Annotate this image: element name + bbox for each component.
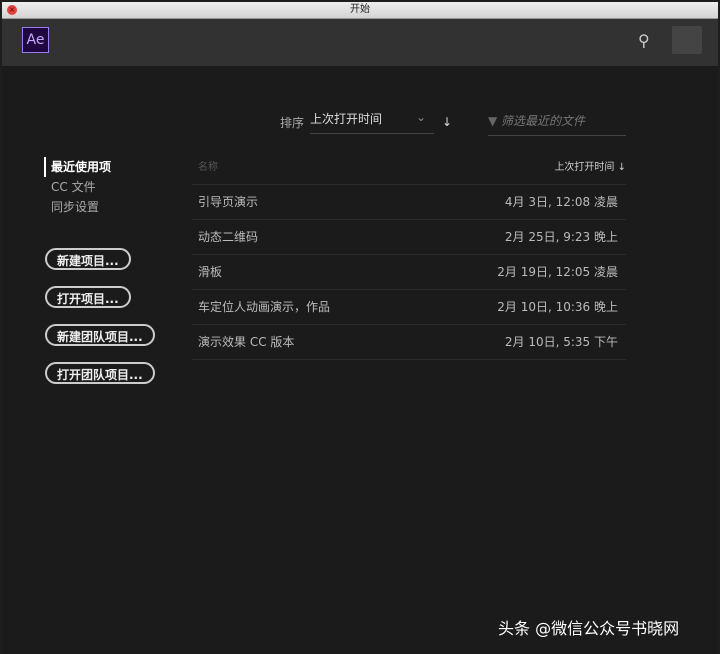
file-time: 2月 10日, 10:36 晚上 [497, 300, 618, 314]
sort-value: 上次打开时间 [310, 112, 383, 126]
nav-recent[interactable]: 最近使用项 [44, 157, 111, 177]
filter-input[interactable]: ▼ 筛选最近的文件 [488, 112, 626, 136]
table-row[interactable]: 滑板 2月 19日, 12:05 凌晨 [192, 255, 626, 290]
close-icon[interactable]: × [7, 5, 17, 15]
sort-label: 排序 [280, 115, 305, 130]
title-bar: × 开始 [2, 2, 718, 19]
file-name: 滑板 [198, 265, 223, 279]
filter-placeholder: 筛选最近的文件 [501, 114, 586, 128]
col-name[interactable]: 名称 [198, 158, 218, 184]
file-name: 演示效果 CC 版本 [198, 335, 295, 349]
open-project-button[interactable]: 打开项目... [45, 286, 131, 308]
nav-cc-files[interactable]: CC 文件 [44, 177, 111, 197]
search-icon[interactable]: ⚲ [638, 31, 650, 50]
table-row[interactable]: 车定位人动画演示，作品 2月 10日, 10:36 晚上 [192, 290, 626, 325]
open-team-project-button[interactable]: 打开团队项目... [45, 362, 155, 384]
new-project-button[interactable]: 新建项目... [45, 248, 131, 270]
file-time: 2月 19日, 12:05 凌晨 [497, 265, 618, 279]
header: Ae ⚲ [2, 19, 718, 66]
col-time[interactable]: 上次打开时间 ↓ [554, 158, 626, 184]
watermark: 头条 @微信公众号书晓网 [498, 619, 680, 638]
file-time: 4月 3日, 12:08 凌晨 [504, 195, 618, 209]
table-row[interactable]: 引导页演示 4月 3日, 12:08 凌晨 [192, 185, 626, 220]
table-row[interactable]: 演示效果 CC 版本 2月 10日, 5:35 下午 [192, 325, 626, 360]
file-time: 2月 10日, 5:35 下午 [504, 335, 618, 349]
ae-logo: Ae [22, 27, 49, 53]
main-area [2, 66, 718, 654]
nav-sync-settings[interactable]: 同步设置 [44, 197, 111, 217]
sort-bar: 排序 上次打开时间 ⌄ ↓ [280, 110, 452, 134]
recent-files-table: 名称 上次打开时间 ↓ 引导页演示 4月 3日, 12:08 凌晨动态二维码 2月 2… [192, 158, 626, 360]
window-title: 开始 [350, 4, 370, 15]
table-row[interactable]: 动态二维码 2月 25日, 9:23 晚上 [192, 220, 626, 255]
file-name: 车定位人动画演示，作品 [198, 300, 331, 314]
file-name: 动态二维码 [198, 230, 259, 244]
sort-direction-icon[interactable]: ↓ [442, 115, 452, 129]
filter-icon: ▼ [488, 114, 502, 128]
file-time: 2月 25日, 9:23 晚上 [504, 230, 618, 244]
chevron-down-icon: ⌄ [415, 110, 427, 124]
sidebar-nav: 最近使用项 CC 文件 同步设置 [44, 157, 111, 217]
avatar[interactable] [672, 26, 702, 54]
sort-select[interactable]: 上次打开时间 ⌄ [310, 110, 435, 134]
table-header: 名称 上次打开时间 ↓ [192, 158, 626, 185]
new-team-project-button[interactable]: 新建团队项目... [45, 324, 155, 346]
file-name: 引导页演示 [198, 195, 259, 209]
